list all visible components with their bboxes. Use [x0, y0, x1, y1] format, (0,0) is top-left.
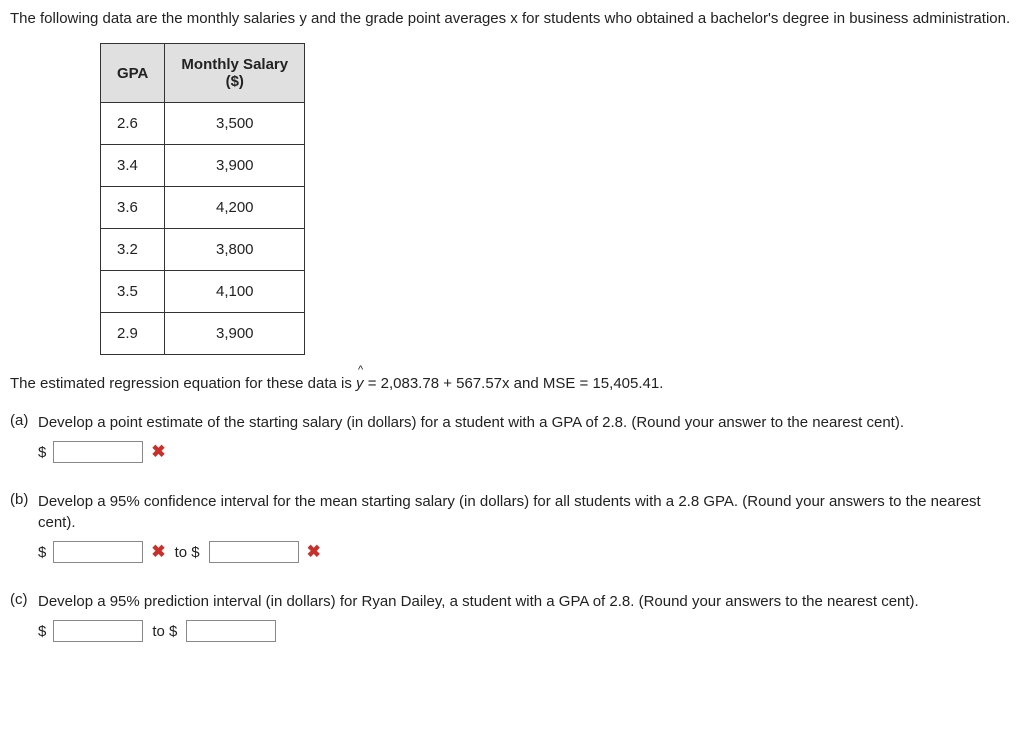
to-label: to $	[175, 544, 200, 561]
question-a-label: (a)	[10, 412, 38, 429]
data-table: GPA Monthly Salary ($) 2.6 3,500 3.4 3,9…	[100, 43, 305, 355]
incorrect-icon: ✖	[151, 542, 165, 562]
cell-salary: 3,800	[165, 229, 305, 271]
answer-c-lower-input[interactable]	[53, 620, 143, 642]
table-row: 3.2 3,800	[101, 229, 305, 271]
answer-a-input[interactable]	[53, 441, 143, 463]
table-row: 3.6 4,200	[101, 187, 305, 229]
question-c-label: (c)	[10, 591, 38, 608]
cell-salary: 3,900	[165, 313, 305, 355]
cell-salary: 3,500	[165, 103, 305, 145]
cell-gpa: 3.6	[101, 187, 165, 229]
table-header-salary: Monthly Salary ($)	[165, 44, 305, 103]
table-row: 3.5 4,100	[101, 271, 305, 313]
cell-gpa: 2.6	[101, 103, 165, 145]
cell-gpa: 3.5	[101, 271, 165, 313]
incorrect-icon: ✖	[307, 542, 321, 562]
answer-b-upper-input[interactable]	[209, 541, 299, 563]
table-header-gpa: GPA	[101, 44, 165, 103]
dollar-sign: $	[38, 623, 46, 640]
table-row: 3.4 3,900	[101, 145, 305, 187]
regression-text: The estimated regression equation for th…	[10, 373, 1014, 394]
question-a-text: Develop a point estimate of the starting…	[38, 412, 1014, 433]
cell-salary: 4,200	[165, 187, 305, 229]
to-label: to $	[152, 623, 177, 640]
table-row: 2.9 3,900	[101, 313, 305, 355]
incorrect-icon: ✖	[151, 442, 165, 462]
dollar-sign: $	[38, 444, 46, 461]
cell-gpa: 2.9	[101, 313, 165, 355]
dollar-sign: $	[38, 544, 46, 561]
cell-gpa: 3.2	[101, 229, 165, 271]
table-row: 2.6 3,500	[101, 103, 305, 145]
question-c-text: Develop a 95% prediction interval (in do…	[38, 591, 1014, 612]
cell-gpa: 3.4	[101, 145, 165, 187]
answer-b-lower-input[interactable]	[53, 541, 143, 563]
cell-salary: 3,900	[165, 145, 305, 187]
question-b-label: (b)	[10, 491, 38, 508]
question-b-text: Develop a 95% confidence interval for th…	[38, 491, 1014, 533]
intro-text: The following data are the monthly salar…	[10, 8, 1014, 29]
answer-c-upper-input[interactable]	[186, 620, 276, 642]
cell-salary: 4,100	[165, 271, 305, 313]
